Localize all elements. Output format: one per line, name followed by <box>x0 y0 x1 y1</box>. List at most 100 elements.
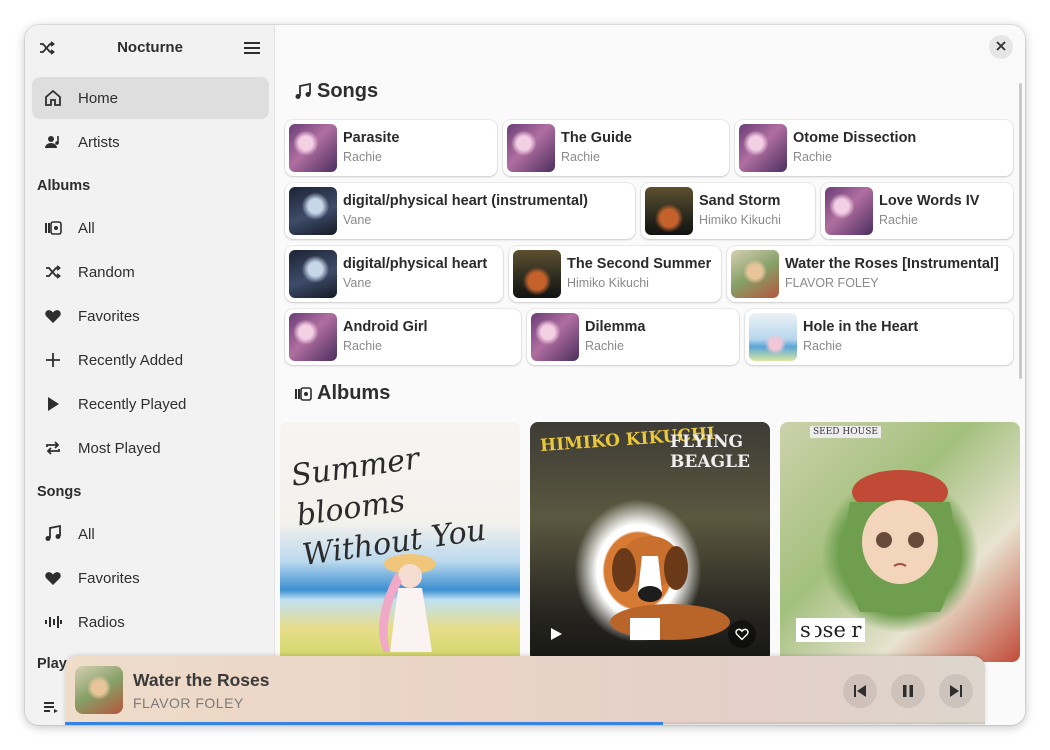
close-button[interactable] <box>989 35 1013 59</box>
album-cover-word: s <box>796 618 815 642</box>
song-card[interactable]: Dilemma Rachie <box>527 309 739 365</box>
album-art <box>289 187 337 235</box>
song-artist: Rachie <box>343 339 382 353</box>
album-illustration <box>379 554 436 652</box>
heart-outline-icon <box>735 628 749 641</box>
song-title: digital/physical heart <box>343 256 488 272</box>
song-artist: Rachie <box>343 150 382 164</box>
sidebar-item-songs-favorites[interactable]: Favorites <box>32 557 269 599</box>
sidebar-item-songs-radios[interactable]: Radios <box>32 601 269 643</box>
sidebar-item-albums-all[interactable]: All <box>32 207 269 249</box>
repeat-icon <box>44 439 62 457</box>
now-playing-bar[interactable]: Water the Roses FLAVOR FOLEY <box>65 656 985 724</box>
sidebar-item-albums-recently-added[interactable]: Recently Added <box>32 339 269 381</box>
album-card-summer-blooms[interactable]: Summer blooms Without You <box>280 422 520 662</box>
playlist-icon <box>44 700 58 718</box>
song-card[interactable]: Water the Roses [Instrumental] FLAVOR FO… <box>727 246 1013 302</box>
sidebar-item-label: Home <box>78 89 119 107</box>
playback-progress-fill <box>65 722 663 725</box>
sidebar-item-albums-most-played[interactable]: Most Played <box>32 427 269 469</box>
sidebar-item-albums-favorites[interactable]: Favorites <box>32 295 269 337</box>
song-artist: Vane <box>343 213 372 227</box>
sidebar-item-albums-random[interactable]: Random <box>32 251 269 293</box>
sidebar-item-home[interactable]: Home <box>32 77 269 119</box>
album-play-button[interactable] <box>542 620 570 648</box>
song-artist: Rachie <box>879 213 918 227</box>
sidebar-item-label: All <box>78 219 95 237</box>
music-note-icon <box>44 525 62 543</box>
album-art <box>731 250 779 298</box>
album-art <box>749 313 797 361</box>
album-favorite-button[interactable] <box>728 620 756 648</box>
song-card[interactable]: Sand Storm Himiko Kikuchi <box>641 183 815 239</box>
menu-icon[interactable] <box>240 36 264 60</box>
song-artist: Vane <box>343 276 372 290</box>
song-artist: Rachie <box>803 339 842 353</box>
sidebar-item-label: Favorites <box>78 569 140 587</box>
now-playing-artist: FLAVOR FOLEY <box>133 695 244 711</box>
album-art <box>289 313 337 361</box>
album-icon <box>293 384 313 404</box>
song-title: digital/physical heart (instrumental) <box>343 193 588 209</box>
sidebar-item-label: Random <box>78 263 135 281</box>
song-title: Hole in the Heart <box>803 319 919 335</box>
plus-icon <box>44 351 62 369</box>
song-artist: Himiko Kikuchi <box>567 276 649 290</box>
album-cover-label: SEED HOUSE <box>810 426 881 438</box>
album-card-flying-beagle[interactable]: HIMIKO KIKUCHI FLYING BEAGLE <box>530 422 770 662</box>
main-content: Songs Parasite Rachie The Guide Rachie O… <box>275 25 1025 725</box>
album-art <box>531 313 579 361</box>
scrollbar[interactable] <box>1019 83 1022 379</box>
song-card[interactable]: Parasite Rachie <box>285 120 497 176</box>
heart-icon <box>44 569 62 587</box>
song-card[interactable]: digital/physical heart Vane <box>285 246 503 302</box>
sidebar-item-artists[interactable]: Artists <box>32 121 269 163</box>
song-card[interactable]: Love Words IV Rachie <box>821 183 1013 239</box>
heart-icon <box>44 307 62 325</box>
pause-button[interactable] <box>891 674 925 708</box>
app-window: Nocturne Home Artists Albums All Random … <box>25 25 1025 725</box>
song-card[interactable]: digital/physical heart (instrumental) Va… <box>285 183 635 239</box>
album-icon <box>44 219 62 237</box>
app-title: Nocturne <box>117 39 183 56</box>
album-art <box>289 124 337 172</box>
song-artist: Rachie <box>793 150 832 164</box>
song-card[interactable]: The Guide Rachie <box>503 120 729 176</box>
section-title-albums: Albums <box>37 178 91 194</box>
pause-icon <box>903 685 913 697</box>
sidebar-item-albums-recently-played[interactable]: Recently Played <box>32 383 269 425</box>
album-art <box>739 124 787 172</box>
sidebar-item-songs-all[interactable]: All <box>32 513 269 555</box>
sidebar-item-label: Favorites <box>78 307 140 325</box>
song-artist: Rachie <box>561 150 600 164</box>
home-icon <box>44 89 62 107</box>
song-card[interactable]: Hole in the Heart Rachie <box>745 309 1013 365</box>
sidebar: Nocturne Home Artists Albums All Random … <box>25 25 275 725</box>
album-art <box>645 187 693 235</box>
sidebar-item-label: Recently Added <box>78 351 184 369</box>
album-illustration <box>845 470 955 612</box>
song-title: Parasite <box>343 130 400 146</box>
sidebar-item-label: Recently Played <box>78 395 187 413</box>
skip-previous-icon <box>854 685 866 697</box>
sidebar-item-label: Radios <box>78 613 125 631</box>
next-button[interactable] <box>939 674 973 708</box>
sidebar-item-label: Most Played <box>78 439 161 457</box>
sidebar-header: Nocturne <box>25 25 275 71</box>
song-card[interactable]: The Second Summer Himiko Kikuchi <box>509 246 721 302</box>
now-playing-cover[interactable] <box>75 666 123 714</box>
song-title: Water the Roses [Instrumental] <box>785 256 999 272</box>
song-card[interactable]: Otome Dissection Rachie <box>735 120 1013 176</box>
album-card-water-the-roses[interactable]: SEED HOUSE water the rose s <box>780 422 1020 662</box>
previous-button[interactable] <box>843 674 877 708</box>
album-illustration <box>610 536 730 640</box>
album-art <box>513 250 561 298</box>
song-card[interactable]: Android Girl Rachie <box>285 309 521 365</box>
playback-progress[interactable] <box>65 722 985 725</box>
play-icon <box>551 628 562 640</box>
artist-icon <box>44 133 62 151</box>
song-artist: FLAVOR FOLEY <box>785 276 879 290</box>
song-artist: Rachie <box>585 339 624 353</box>
songs-heading: Songs <box>293 80 378 103</box>
albums-heading: Albums <box>293 382 390 405</box>
